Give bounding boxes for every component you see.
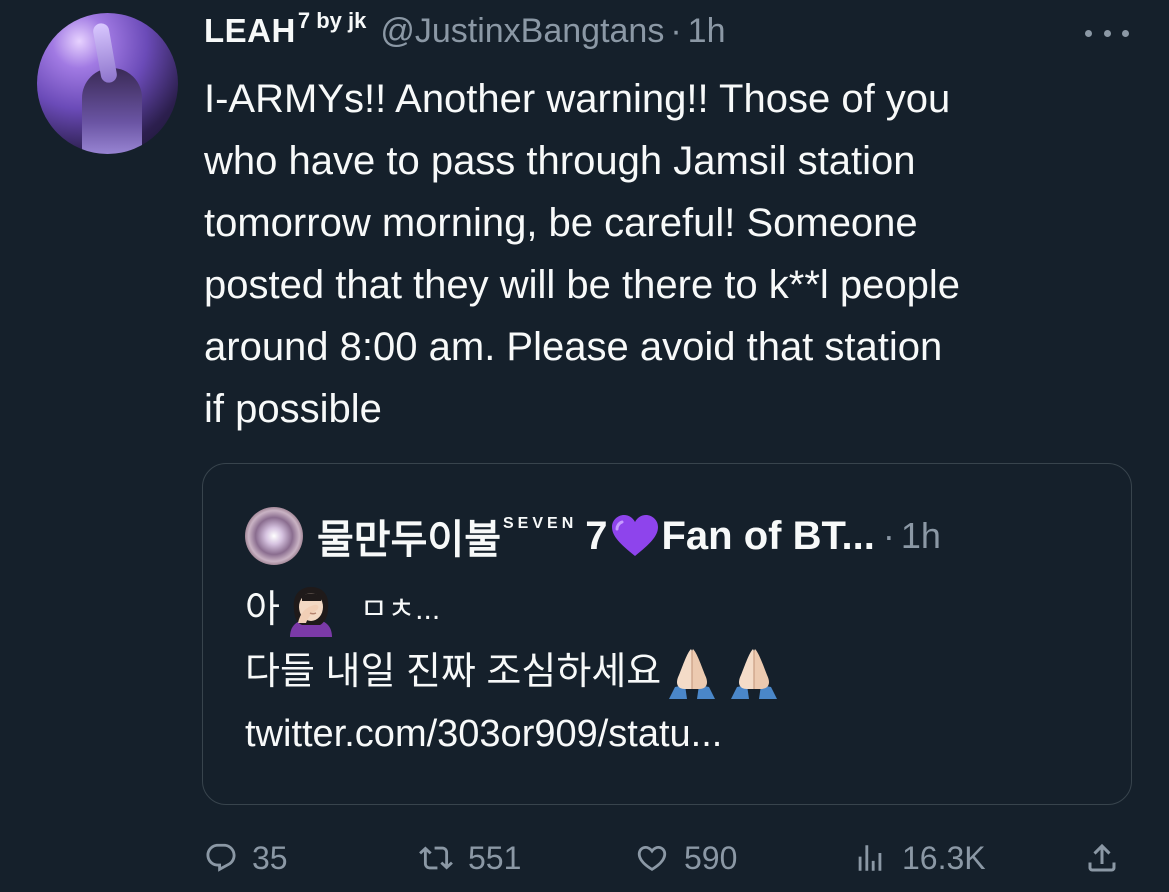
reply-count: 35 (252, 839, 288, 876)
retweet-button[interactable]: 551 (418, 833, 521, 883)
quote-line: 아 ㅁㅊ... (245, 579, 1105, 641)
reply-button[interactable]: 35 (204, 833, 288, 883)
quote-line: 다들 내일 진짜 조심하세요 (245, 641, 1105, 703)
purple-heart-icon (611, 515, 658, 556)
tweet-text-line: if possible (204, 387, 382, 431)
retweet-count: 551 (468, 839, 522, 876)
quote-avatar[interactable] (245, 507, 303, 565)
analytics-icon (858, 845, 882, 871)
folded-hands-icon (731, 649, 778, 699)
quote-name-text: Fan of BT... (661, 513, 875, 558)
tweet-actions: 35 551 590 16.3K (200, 833, 1140, 883)
tweet-header: LEAH 7 by jk @JustinxBangtans · 1h (204, 8, 726, 58)
separator-dot: · (670, 12, 682, 50)
quote-header: 물만두이불 SEVEN 7 Fan of BT... · 1h (245, 507, 941, 565)
timestamp[interactable]: 1h (688, 12, 726, 51)
tweet[interactable]: LEAH 7 by jk @JustinxBangtans · 1h I-ARM… (0, 0, 1169, 892)
views-count: 16.3K (902, 839, 986, 876)
tweet-text-line: I-ARMYs!! Another warning!! Those of you (204, 77, 951, 121)
more-dots-icon[interactable] (1085, 20, 1129, 46)
display-name-suffix[interactable]: 7 by jk (298, 8, 366, 34)
quote-body: 아 ㅁㅊ... 다들 내일 진짜 조심하세요 twitter.com/303or… (245, 579, 1105, 765)
views-button[interactable]: 16.3K (852, 833, 986, 883)
quote-text: 아 (245, 589, 280, 631)
quote-display-name: 물만두이불 (317, 518, 501, 562)
more-dot (1085, 29, 1092, 37)
quote-separator-dot: · (882, 515, 895, 556)
display-name[interactable]: LEAH (204, 12, 296, 50)
heart-outline-icon (637, 845, 667, 871)
quote-timestamp: 1h (900, 515, 941, 556)
tweet-text: I-ARMYs!! Another warning!! Those of you… (204, 68, 1144, 440)
share-icon (1088, 843, 1116, 872)
tweet-text-line: posted that they will be there to k**l p… (204, 263, 961, 307)
more-dot (1122, 29, 1129, 37)
quote-text: ㅁㅊ... (359, 593, 441, 626)
user-avatar[interactable] (37, 13, 178, 154)
folded-hands-icon (669, 649, 716, 699)
like-button[interactable]: 590 (634, 833, 737, 883)
face-palm-icon (289, 587, 332, 637)
quote-link[interactable]: twitter.com/303or909/statu... (245, 703, 1105, 765)
tweet-text-line: around 8:00 am. Please avoid that statio… (204, 325, 943, 369)
quote-name-part: 7 Fan of BT... (585, 514, 875, 559)
quote-name-suffix: SEVEN (503, 515, 578, 532)
reply-icon (206, 843, 236, 872)
quote-name-number: 7 (585, 513, 608, 558)
more-dot (1103, 29, 1111, 37)
like-count: 590 (684, 839, 738, 876)
share-button[interactable] (1084, 833, 1134, 883)
retweet-icon (419, 846, 453, 870)
tweet-text-line: tomorrow morning, be careful! Someone (204, 201, 918, 245)
tweet-text-line: who have to pass through Jamsil station (204, 139, 916, 183)
quote-text: 다들 내일 진짜 조심하세요 (245, 651, 662, 693)
quoted-tweet[interactable]: 물만두이불 SEVEN 7 Fan of BT... · 1h 아 ㅁㅊ... … (202, 463, 1132, 805)
user-handle[interactable]: @JustinxBangtans (380, 12, 664, 51)
